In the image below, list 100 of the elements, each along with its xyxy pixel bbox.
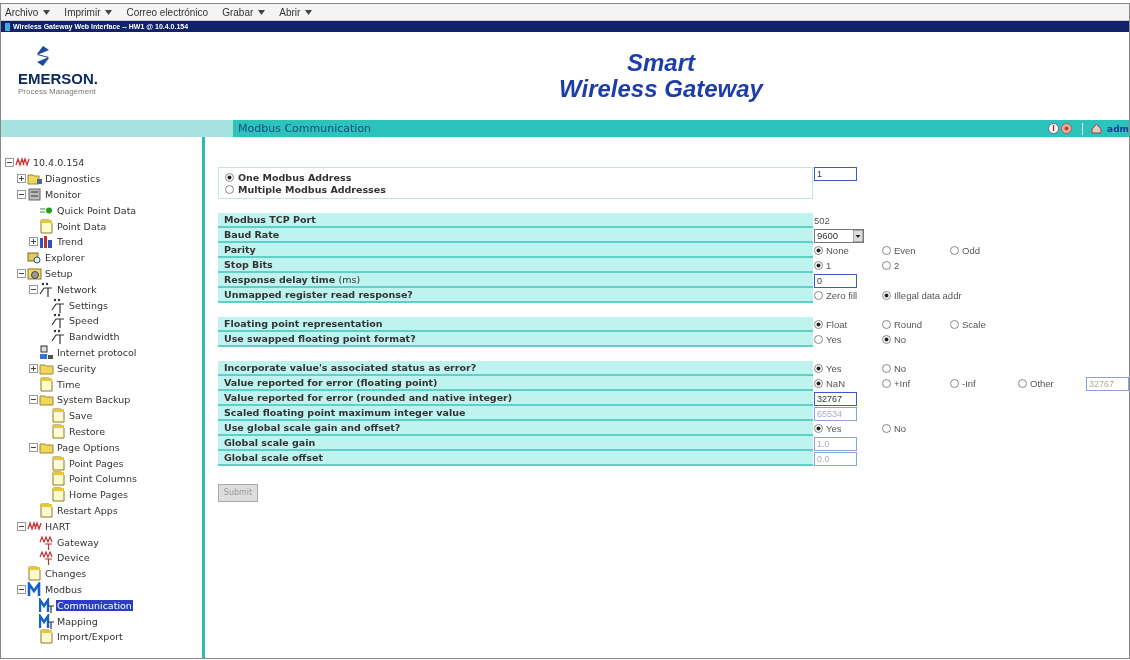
tree-item[interactable]: Bandwidth [68,331,121,343]
expand-toggle[interactable] [29,363,38,373]
home-icon[interactable] [1091,123,1103,134]
radio-label: Yes [826,334,842,345]
menu-item[interactable]: Archivo [5,6,39,18]
field-label: Use swapped floating point format? [218,332,813,347]
tree-item[interactable]: Network [56,283,98,295]
collapse-toggle[interactable] [29,442,38,452]
expand-toggle[interactable] [29,237,38,247]
tree-item[interactable]: Modbus [44,583,84,595]
collapse-toggle[interactable] [29,395,38,405]
tree-item[interactable]: Speed [68,315,100,327]
tree-item[interactable]: Diagnostics [44,173,102,185]
field-label: Stop Bits [218,258,813,273]
tree-item[interactable]: Page Options [56,441,121,453]
tree-item[interactable]: Settings [68,299,109,311]
tree-item[interactable]: Mapping [56,615,99,627]
tree-item[interactable]: Monitor [44,189,83,200]
tree-item[interactable]: Internet protocol [56,346,138,358]
tree-item[interactable]: Setup [44,267,74,279]
radio-button[interactable] [882,246,891,255]
radio-button[interactable] [814,424,823,433]
tree-item[interactable]: HART [44,520,72,532]
input-field[interactable]: 0 [814,273,857,288]
radio-button[interactable] [882,291,891,300]
field-label: Value reported for error (rounded and native integer) [218,391,813,406]
radio-button[interactable] [814,246,823,255]
radio-button[interactable] [950,379,959,388]
tree-item[interactable]: Gateway [56,536,100,548]
menu-item[interactable]: Correo electrónico [126,6,209,18]
tree-item[interactable]: Restore [68,425,107,437]
tree-node-icon [39,281,54,297]
user-name[interactable]: adm [1107,123,1129,134]
tree-item[interactable]: Explorer [44,252,86,264]
collapse-toggle[interactable] [17,268,26,278]
tree-node-icon [27,250,42,266]
field-label: Baud Rate [218,228,813,243]
field-label: Response delay time (ms) [218,273,813,288]
expand-toggle[interactable] [17,174,26,184]
radio-button[interactable] [814,261,823,270]
tree-node-icon [51,329,66,345]
input-field[interactable]: 32767 [814,391,857,406]
tree-item[interactable]: System Backup [56,394,132,406]
tree-item[interactable]: Import/Export [56,631,124,643]
field-label: Value reported for error (floating point) [218,376,813,391]
tree-item[interactable]: Quick Point Data [56,204,138,216]
radio-button[interactable] [882,379,891,388]
radio-button[interactable] [814,291,823,300]
radio-button[interactable] [950,320,959,329]
input-field[interactable]: 1 [814,167,857,181]
tree-item[interactable]: Time [56,378,82,390]
collapse-toggle[interactable] [29,284,38,294]
radio-button[interactable] [882,424,891,433]
collapse-toggle[interactable] [17,521,26,531]
tree-node-icon [51,423,66,439]
tree-item[interactable]: Communication [56,599,133,611]
menu-item[interactable]: Grabar [222,6,254,18]
tree-item[interactable]: Device [56,552,91,564]
radio-button[interactable] [814,335,823,344]
product-title: Smart [627,50,695,76]
tree-node-icon [27,265,42,281]
radio-button[interactable] [882,335,891,344]
menu-item[interactable]: Imprimir [64,6,101,18]
collapse-toggle[interactable] [17,190,26,199]
tree-item[interactable]: Home Pages [68,489,130,501]
tree-item[interactable]: Point Pages [68,457,125,469]
tree-item[interactable]: Point Columns [68,473,138,485]
tree-node-icon [39,234,54,250]
radio-label: Even [894,245,916,256]
radio-button[interactable] [225,184,234,194]
tree-node-icon [39,376,54,392]
page-icon [5,22,10,31]
radio-button[interactable] [814,379,823,388]
radio-button[interactable] [814,364,823,373]
radio-button[interactable] [1018,379,1027,388]
radio-label: Illegal data addr [894,290,962,301]
tree-item[interactable]: 10.4.0.154 [32,157,86,169]
tree-item[interactable]: Restart Apps [56,504,119,516]
radio-button[interactable] [225,172,234,182]
radio-button[interactable] [882,320,891,329]
radio-button[interactable] [882,364,891,373]
tree-node-icon [51,455,66,471]
baud-rate-dropdown[interactable]: 9600 [814,228,864,243]
radio-label: NaN [826,378,845,389]
radio-button[interactable] [882,261,891,270]
tree-node-icon [27,566,42,582]
tree-item[interactable]: Save [68,410,94,422]
tree-item[interactable]: Trend [56,236,84,248]
radio-button[interactable] [950,246,959,255]
radio-button[interactable] [814,320,823,329]
tree-item[interactable]: Point Data [56,220,108,232]
tree-item[interactable]: Security [56,362,97,374]
info-icon[interactable] [1048,123,1060,134]
radio-label: Float [826,319,848,330]
radio-label: +Inf [894,378,911,389]
menu-item[interactable]: Abrir [279,6,301,18]
collapse-toggle[interactable] [17,584,26,594]
tree-item[interactable]: Changes [44,568,88,580]
tree-node-icon [51,471,66,487]
collapse-toggle[interactable] [5,158,14,168]
